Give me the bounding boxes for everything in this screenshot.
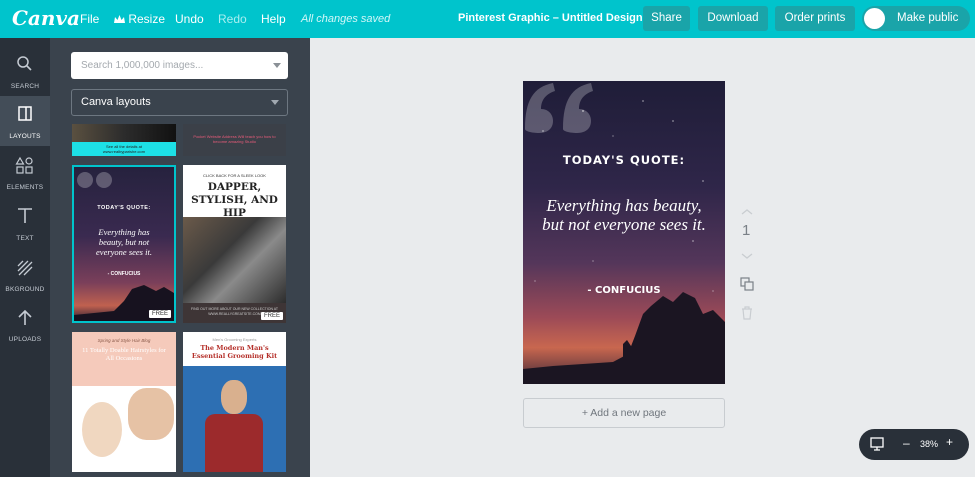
layouts-icon — [18, 106, 32, 121]
make-public-toggle[interactable]: Make public — [862, 6, 970, 31]
nav-search[interactable]: SEARCH — [0, 46, 50, 96]
download-button[interactable]: Download — [698, 6, 768, 31]
file-menu[interactable]: File — [80, 12, 99, 26]
present-icon[interactable] — [870, 437, 884, 451]
share-button[interactable]: Share — [643, 6, 690, 31]
layout-thumbnail-selected[interactable]: TODAY'S QUOTE: Everything has beauty, bu… — [72, 165, 176, 323]
canvas-area: TODAY'S QUOTE: Everything has beauty, bu… — [310, 38, 975, 477]
nav-elements-label: ELEMENTS — [6, 184, 44, 191]
thumbnail-photo — [128, 388, 174, 440]
layouts-panel: Search 1,000,000 images... Canva layouts… — [50, 38, 310, 477]
thumbnail-heading: TODAY'S QUOTE: — [97, 205, 151, 211]
page-number: 1 — [742, 222, 751, 239]
order-prints-button[interactable]: Order prints — [775, 6, 855, 31]
undo-button[interactable]: Undo — [175, 12, 204, 26]
layout-type-select[interactable]: Canva layouts — [71, 89, 288, 116]
layout-thumbnail[interactable]: Pocket Website Address Will teach you ho… — [183, 124, 286, 156]
thumbnail-author: - CONFUCIUS — [107, 271, 141, 277]
free-badge: FREE — [148, 310, 171, 318]
layout-type-value: Canva layouts — [81, 96, 151, 108]
thumbnail-top-text: CLICK BACK FOR A SLEEK LOOK — [203, 173, 266, 178]
make-public-label: Make public — [897, 12, 959, 24]
thumbnail-photo — [221, 380, 247, 414]
nav-layouts[interactable]: LAYOUTS — [0, 96, 50, 146]
thumbnail-body: Everything has beauty, but not everyone … — [96, 227, 152, 257]
quote-mark-icon — [77, 172, 112, 188]
zoom-level: 38% — [920, 439, 939, 449]
thumbnail-photo — [205, 414, 263, 472]
thumbnail-heading: The Modern Man's Essential Grooming Kit — [191, 344, 278, 360]
canva-logo[interactable]: Canva — [12, 6, 80, 30]
nav-search-label: SEARCH — [10, 83, 40, 90]
thumbnail-photo — [72, 124, 176, 142]
thumbnail-photo — [82, 402, 122, 457]
resize-label: Resize — [128, 12, 166, 26]
design-heading[interactable]: TODAY'S QUOTE: — [523, 153, 725, 167]
design-quote-text[interactable]: Everything has beauty, but not everyone … — [541, 196, 707, 234]
zoom-out-button[interactable]: – — [903, 436, 910, 450]
image-search-input[interactable]: Search 1,000,000 images... — [71, 52, 288, 79]
layout-thumbnail[interactable]: See all the details at www.realbyparishe… — [72, 124, 176, 156]
upload-icon — [18, 309, 32, 325]
copy-page-icon[interactable] — [740, 277, 754, 291]
free-badge: FREE — [260, 312, 283, 320]
text-icon — [18, 208, 32, 223]
crown-icon — [114, 15, 125, 23]
nav-layouts-label: LAYOUTS — [9, 133, 41, 140]
top-bar: Canva File Resize Undo Redo Help All cha… — [0, 0, 975, 38]
quote-mark-icon — [525, 83, 593, 133]
zoom-control: – 38% + — [859, 429, 969, 460]
resize-button[interactable]: Resize — [114, 12, 165, 26]
nav-background[interactable]: BKGROUND — [0, 249, 50, 299]
page-down-icon[interactable] — [740, 252, 754, 260]
nav-elements[interactable]: ELEMENTS — [0, 147, 50, 197]
nav-uploads-label: UPLOADS — [8, 336, 42, 343]
search-dropdown-icon[interactable] — [273, 63, 281, 68]
nav-text-label: TEXT — [16, 235, 34, 242]
chevron-down-icon — [271, 100, 279, 105]
thumbnail-heading: DAPPER, STYLISH, AND HIP — [191, 181, 278, 219]
thumbnail-caption: See all the details at www.realbyparishe… — [72, 142, 176, 156]
add-page-button[interactable]: + Add a new page — [523, 398, 725, 428]
thumbnail-heading: 11 Totally Doable Hairstyles for All Occ… — [82, 347, 166, 362]
page-up-icon[interactable] — [740, 208, 754, 216]
design-page[interactable]: TODAY'S QUOTE: Everything has beauty, bu… — [523, 81, 725, 384]
thumbnail-photo — [183, 217, 286, 305]
nav-uploads[interactable]: UPLOADS — [0, 299, 50, 349]
elements-icon — [15, 156, 33, 174]
design-author[interactable]: - CONFUCIUS — [523, 285, 725, 296]
search-icon — [17, 56, 32, 71]
thumbnail-caption: Pocket Website Address Will teach you ho… — [193, 134, 276, 144]
delete-page-icon[interactable] — [741, 306, 753, 320]
save-status: All changes saved — [301, 13, 391, 25]
document-title[interactable]: Pinterest Graphic – Untitled Design — [458, 12, 643, 24]
layout-thumbnail[interactable]: Men's Grooming Experts The Modern Man's … — [183, 332, 286, 472]
nav-background-label: BKGROUND — [5, 286, 45, 293]
redo-button[interactable]: Redo — [218, 12, 247, 26]
layout-thumbnail[interactable]: Spring and Style Hair Blog 11 Totally Do… — [72, 332, 176, 472]
search-placeholder: Search 1,000,000 images... — [81, 60, 204, 71]
layout-thumbnail[interactable]: CLICK BACK FOR A SLEEK LOOK DAPPER, STYL… — [183, 165, 286, 323]
help-menu[interactable]: Help — [261, 12, 286, 26]
toggle-knob — [864, 8, 885, 29]
thumbnail-top-text: Spring and Style Hair Blog — [97, 338, 151, 343]
side-nav: SEARCH LAYOUTS ELEMENTS TEXT BKGROUND UP… — [0, 38, 50, 477]
thumbnail-top-text: Men's Grooming Experts — [212, 337, 257, 342]
nav-text[interactable]: TEXT — [0, 198, 50, 248]
zoom-in-button[interactable]: + — [946, 435, 953, 449]
background-icon — [17, 260, 33, 276]
